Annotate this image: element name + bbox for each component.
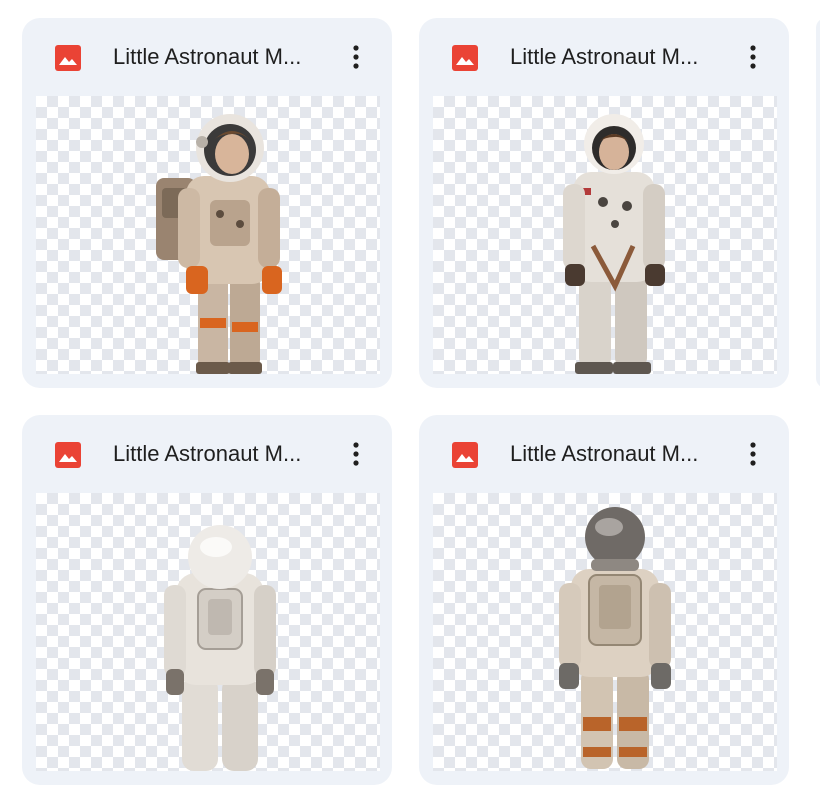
file-card-header: Little Astronaut M... [22, 18, 392, 96]
more-actions-button[interactable] [737, 38, 769, 76]
file-name: Little Astronaut M... [510, 44, 699, 69]
image-file-icon [452, 442, 478, 468]
file-card[interactable]: Little Astronaut M... [22, 415, 392, 785]
astronaut-image [563, 114, 665, 374]
file-name: Little Astronaut M... [113, 44, 302, 69]
file-thumbnail[interactable] [36, 96, 380, 374]
file-card[interactable]: Little Astronaut M... [419, 415, 789, 785]
next-file-card-edge [816, 18, 820, 388]
astronaut-image [156, 114, 282, 374]
more-vert-icon [353, 45, 359, 69]
file-card[interactable]: Little Astronaut M... [22, 18, 392, 388]
file-card[interactable]: Little Astronaut M... [419, 18, 789, 388]
file-card-header: Little Astronaut M... [419, 18, 789, 96]
astronaut-image [559, 507, 671, 769]
more-actions-button[interactable] [737, 435, 769, 473]
file-card-header: Little Astronaut M... [22, 415, 392, 493]
file-name: Little Astronaut M... [510, 441, 699, 466]
file-card-header: Little Astronaut M... [419, 415, 789, 493]
astronaut-image [164, 525, 276, 771]
more-vert-icon [353, 442, 359, 466]
more-vert-icon [750, 45, 756, 69]
file-thumbnail[interactable] [36, 493, 380, 771]
file-thumbnail[interactable] [433, 493, 777, 771]
image-file-icon [55, 442, 81, 468]
file-grid: Little Astronaut M... Little Astronaut M… [0, 0, 820, 804]
file-thumbnail[interactable] [433, 96, 777, 374]
more-vert-icon [750, 442, 756, 466]
image-file-icon [55, 45, 81, 71]
image-file-icon [452, 45, 478, 71]
more-actions-button[interactable] [340, 38, 372, 76]
file-name: Little Astronaut M... [113, 441, 302, 466]
more-actions-button[interactable] [340, 435, 372, 473]
